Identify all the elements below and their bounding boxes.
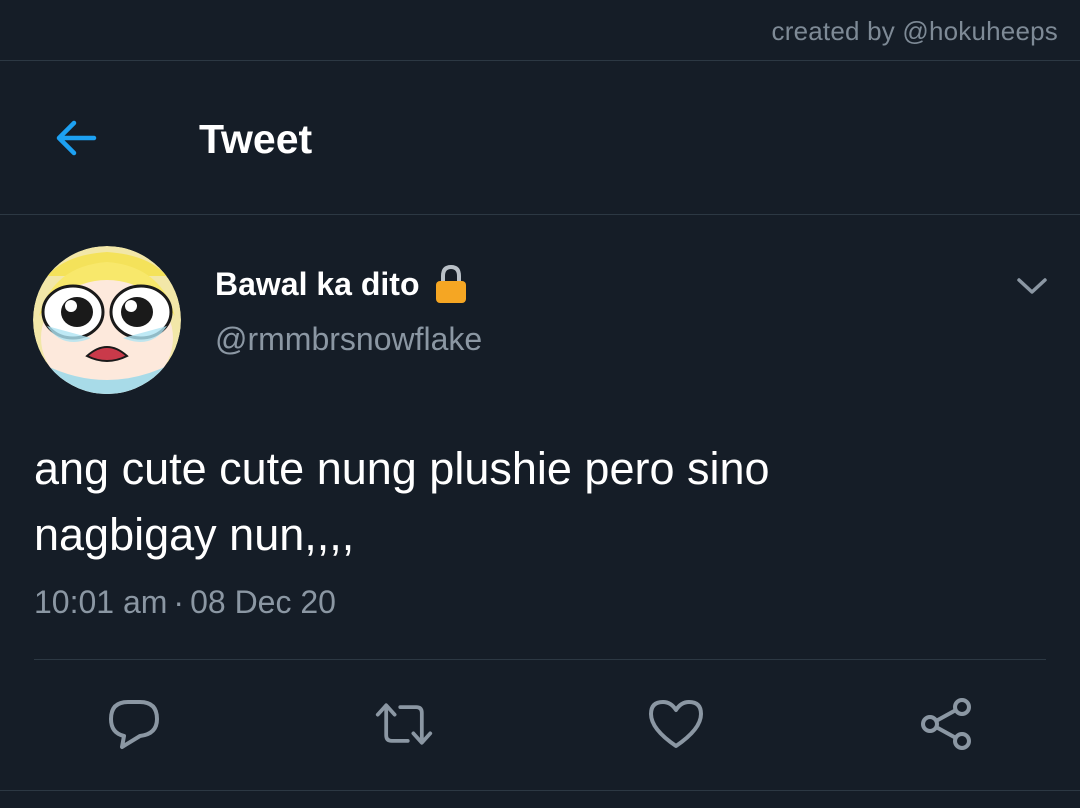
tweet-screen: created by @hokuheeps Tweet Bawal ka dit… bbox=[0, 0, 1080, 808]
reply-button[interactable] bbox=[104, 694, 164, 754]
heart-icon bbox=[649, 700, 703, 748]
avatar-image bbox=[33, 246, 181, 394]
retweet-button[interactable] bbox=[374, 694, 434, 754]
creator-credit: created by @hokuheeps bbox=[771, 16, 1058, 46]
display-name-text: Bawal ka dito bbox=[215, 265, 420, 302]
back-button[interactable] bbox=[44, 108, 108, 168]
tweet-text-line-1: ang cute cute nung plushie pero sino bbox=[34, 443, 770, 494]
display-name[interactable]: Bawal ka dito bbox=[215, 264, 468, 304]
tweet-text: ang cute cute nung plushie pero sino nag… bbox=[34, 436, 1034, 568]
retweet-icon bbox=[375, 703, 433, 745]
chevron-down-icon bbox=[1017, 278, 1047, 294]
tweet-text-line-2: nagbigay nun,,,, bbox=[34, 509, 355, 560]
user-handle[interactable]: @rmmbrsnowflake bbox=[215, 321, 482, 358]
share-button[interactable] bbox=[916, 694, 976, 754]
like-button[interactable] bbox=[646, 694, 706, 754]
divider bbox=[34, 659, 1046, 660]
page-title: Tweet bbox=[199, 116, 313, 162]
share-icon bbox=[921, 698, 971, 750]
avatar[interactable] bbox=[33, 246, 181, 394]
tweet-date: 08 Dec 20 bbox=[190, 584, 336, 620]
bottom-divider bbox=[0, 790, 1080, 791]
arrow-left-icon bbox=[56, 120, 97, 156]
tweet-time: 10:01 am bbox=[34, 584, 168, 620]
meta-separator: · bbox=[173, 584, 185, 620]
tweet-menu-button[interactable] bbox=[1012, 270, 1052, 302]
reply-icon bbox=[109, 700, 159, 749]
app-header: Tweet bbox=[0, 62, 1080, 215]
tweet-timestamp: 10:01 am · 08 Dec 20 bbox=[34, 584, 336, 621]
credit-bar: created by @hokuheeps bbox=[0, 0, 1080, 61]
lock-icon bbox=[435, 264, 466, 303]
